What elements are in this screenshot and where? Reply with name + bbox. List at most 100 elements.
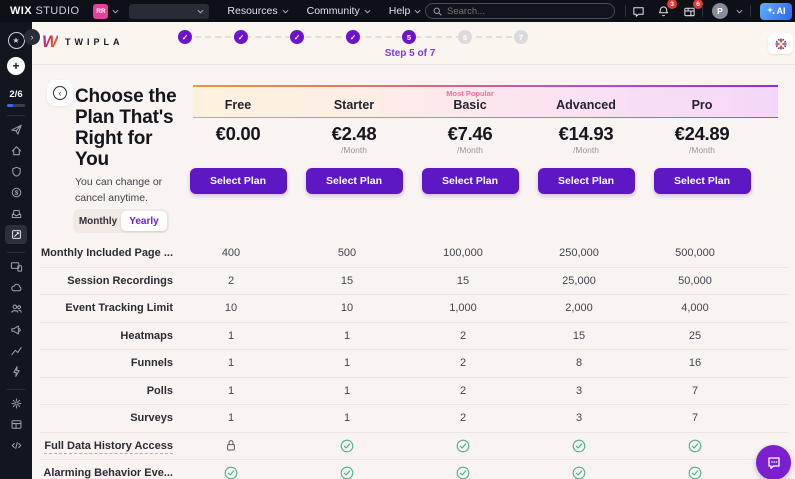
- back-button[interactable]: ‹: [47, 80, 73, 106]
- ai-assistant-button[interactable]: AI: [760, 3, 792, 20]
- uk-flag-icon: [775, 38, 787, 50]
- sidebar-item-cloud[interactable]: [5, 278, 27, 297]
- cloud-icon: [10, 281, 23, 294]
- feature-row: Monthly Included Page ...400500100,00025…: [40, 240, 788, 268]
- language-selector[interactable]: [768, 33, 793, 54]
- setup-progress-label: 2/6: [9, 89, 22, 100]
- notifications-icon[interactable]: 3: [655, 3, 671, 19]
- plan-name: Starter: [334, 98, 374, 116]
- plan-price: €24.89: [675, 123, 730, 145]
- feature-value: 1: [289, 412, 405, 424]
- settings-icon: [10, 397, 23, 410]
- add-button[interactable]: +: [7, 57, 25, 75]
- most-popular-label: Most Popular: [446, 89, 494, 98]
- select-plan-button-free[interactable]: Select Plan: [190, 168, 287, 194]
- feature-value: 500: [289, 247, 405, 259]
- feature-label: Funnels: [131, 357, 173, 369]
- sidebar-item-billing[interactable]: [5, 183, 27, 202]
- inbox-icon: [10, 207, 23, 220]
- plan-name: Free: [225, 98, 251, 116]
- chevron-down-icon[interactable]: [736, 9, 743, 14]
- feature-value: 1: [289, 385, 405, 397]
- sidebar-item-code[interactable]: [5, 436, 27, 455]
- select-plan-button-basic[interactable]: Select Plan: [422, 168, 519, 194]
- menu-community[interactable]: Community: [307, 5, 371, 17]
- select-plan-button-advanced[interactable]: Select Plan: [538, 168, 635, 194]
- divider: [625, 5, 626, 17]
- feature-value: 1: [289, 330, 405, 342]
- check-icon: [688, 466, 702, 479]
- sidebar-item-home[interactable]: [5, 141, 27, 160]
- sidebar-item-inbox[interactable]: [5, 204, 27, 223]
- chevron-down-icon: [197, 9, 204, 14]
- plan-column-free: Free €0.00 Select Plan: [180, 87, 296, 194]
- menu-resources-label: Resources: [227, 5, 277, 17]
- check-icon: [224, 466, 238, 479]
- search-input[interactable]: [447, 6, 597, 17]
- feature-label: Polls: [147, 385, 173, 397]
- plan-column-starter: Starter€2.48/MonthSelect Plan: [296, 87, 412, 194]
- step-dot-1: ✓: [178, 30, 192, 44]
- plan-selection-panel: ‹ Choose the Plan That's Right for You Y…: [32, 65, 795, 479]
- sidebar-item-shield[interactable]: [5, 162, 27, 181]
- sidebar-item-devices[interactable]: [5, 257, 27, 276]
- select-plan-button-pro[interactable]: Select Plan: [654, 168, 751, 194]
- automations-icon: [10, 365, 23, 378]
- feature-label: Alarming Behavior Eve...: [43, 467, 173, 479]
- shield-icon: [10, 165, 23, 178]
- toggle-yearly[interactable]: Yearly: [121, 211, 167, 231]
- sidebar-item-settings[interactable]: [5, 394, 27, 413]
- sidebar-item-analytics[interactable]: [5, 341, 27, 360]
- feature-row: Funnels112816: [40, 350, 788, 378]
- plan-period: /Month: [689, 145, 715, 156]
- marketing-icon: [10, 323, 23, 336]
- step-progress-text: Step 5 of 7: [350, 48, 470, 59]
- feature-value: 3: [521, 385, 637, 397]
- feature-value: 1: [289, 357, 405, 369]
- toggle-monthly[interactable]: Monthly: [75, 211, 121, 231]
- plan-column-pro: Pro€24.89/MonthSelect Plan: [644, 87, 760, 194]
- feature-row: Surveys11237: [40, 405, 788, 433]
- select-plan-button-starter[interactable]: Select Plan: [306, 168, 403, 194]
- sidebar-item-send[interactable]: [5, 120, 27, 139]
- wix-studio-logo[interactable]: WIX STUDIO: [10, 5, 79, 17]
- step-bar: W TWIPLA ✓✓✓✓567 Step 5 of 7: [32, 22, 795, 65]
- check-icon: [340, 466, 354, 479]
- feature-label: Full Data History Access: [44, 440, 173, 454]
- feature-value: 2: [405, 357, 521, 369]
- notifications-badge: 3: [667, 0, 677, 9]
- contacts-icon: [10, 302, 23, 315]
- sidebar-item-content-manager[interactable]: [5, 415, 27, 434]
- chat-icon[interactable]: [630, 3, 646, 19]
- divider: [7, 389, 25, 390]
- feature-row: Alarming Behavior Eve...: [40, 460, 788, 479]
- feature-value: [173, 439, 289, 452]
- sidebar-expand-button[interactable]: ›: [24, 29, 40, 45]
- avatar[interactable]: P: [712, 3, 728, 19]
- chat-widget-button[interactable]: [756, 445, 791, 479]
- favorites-icon[interactable]: ★: [8, 32, 25, 49]
- search-bar[interactable]: [425, 3, 615, 19]
- check-icon: [688, 439, 702, 453]
- feature-value: 2: [405, 385, 521, 397]
- sidebar-item-automations[interactable]: [5, 362, 27, 381]
- menu-help[interactable]: Help: [389, 5, 422, 17]
- feature-row: Event Tracking Limit10101,0002,0004,000: [40, 295, 788, 323]
- plan-columns: Free€0.00Select PlanStarter€2.48/MonthSe…: [180, 87, 760, 194]
- page-title: Choose the Plan That's Right for You: [75, 87, 189, 171]
- site-selector-dropdown[interactable]: [129, 4, 209, 19]
- feature-label: Surveys: [130, 412, 173, 424]
- plan-price: €0.00: [216, 123, 261, 145]
- plan-period: /Month: [341, 145, 367, 156]
- chevron-down-icon: [364, 9, 371, 14]
- home-icon: [10, 144, 23, 157]
- workspace-badge[interactable]: RR: [93, 4, 108, 19]
- sidebar-item-contacts[interactable]: [5, 299, 27, 318]
- promotions-icon[interactable]: 6: [681, 3, 697, 19]
- feature-value: 7: [637, 385, 753, 397]
- sidebar-item-pages[interactable]: [5, 225, 27, 244]
- menu-resources[interactable]: Resources: [227, 5, 288, 17]
- feature-value: [637, 466, 753, 479]
- sidebar-item-marketing[interactable]: [5, 320, 27, 339]
- devices-icon: [10, 260, 23, 273]
